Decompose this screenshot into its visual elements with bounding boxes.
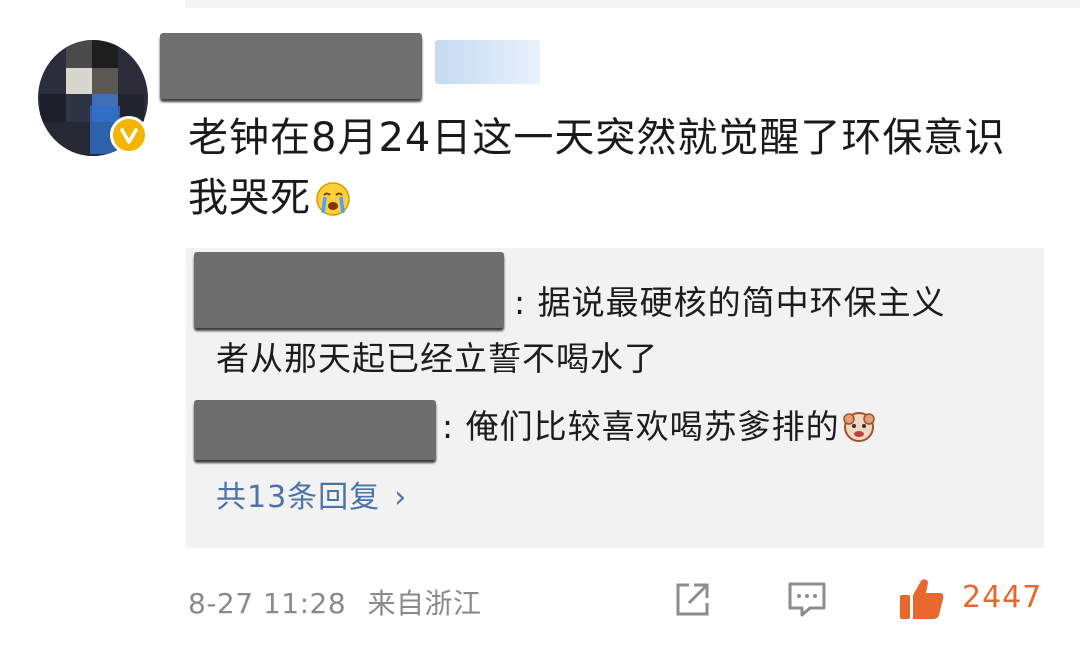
view-all-replies-label: 共13条回复 (216, 480, 381, 515)
like-count: 2447 (962, 580, 1043, 615)
share-button[interactable] (672, 580, 712, 624)
crying-face-icon (315, 174, 351, 234)
verified-badge-icon (110, 116, 148, 154)
top-divider (185, 0, 1080, 8)
thumbs-up-icon (900, 579, 944, 619)
reply-2: : 俺们比较喜欢喝苏爹排的 (442, 400, 1002, 460)
comment-icon (788, 582, 826, 617)
reply-2-separator: : (442, 407, 466, 446)
monkey-face-icon (842, 406, 876, 460)
user-tag-redacted (435, 40, 540, 84)
comment-meta: 8-27 11:28 来自浙江 (188, 582, 482, 622)
replies-panel[interactable]: : 据说最硬核的简中环保主义 者从那天起已经立誓不喝水了 : 俺们比较喜欢喝苏爹… (186, 248, 1044, 548)
reply-user-redacted-2[interactable] (194, 400, 436, 460)
username-redacted[interactable] (160, 33, 422, 99)
comment-timestamp: 8-27 11:28 (188, 587, 347, 620)
reply-2-text: 俺们比较喜欢喝苏爹排的 (465, 407, 840, 446)
like-button[interactable] (898, 576, 946, 626)
reply-user-redacted-1[interactable] (194, 252, 504, 328)
comment-body: 老钟在8月24日这一天突然就觉醒了环保意识我哭死 (188, 115, 1006, 221)
comment-location: 来自浙江 (367, 587, 482, 620)
view-all-replies-link[interactable]: 共13条回复 › (216, 472, 407, 516)
reply-1-separator: : (514, 283, 538, 322)
reply-1: : 据说最硬核的简中环保主义 (514, 276, 1014, 330)
chevron-right-icon: › (394, 480, 408, 515)
comment-button[interactable] (786, 580, 828, 624)
reply-1-continued: 者从那天起已经立誓不喝水了 (216, 339, 658, 378)
reply-1-text-start: 据说最硬核的简中环保主义 (537, 283, 946, 322)
comment-text: 老钟在8月24日这一天突然就觉醒了环保意识我哭死 (188, 108, 1038, 234)
share-icon (676, 583, 709, 616)
